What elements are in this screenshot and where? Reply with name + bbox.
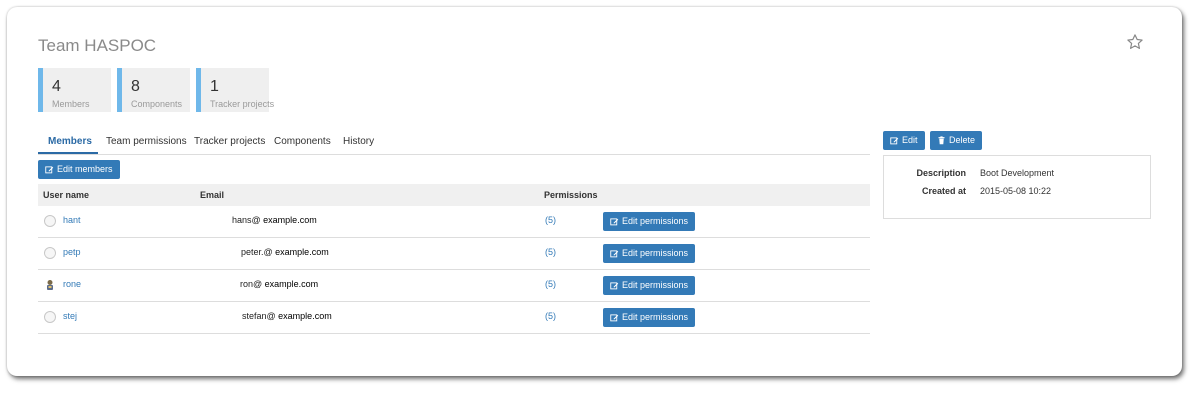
- stat-value: 8: [131, 78, 140, 95]
- edit-icon: [610, 282, 619, 290]
- stat-components[interactable]: 8 Components: [117, 68, 190, 112]
- detail-value-description: Boot Development: [980, 168, 1055, 178]
- edit-permissions-label: Edit permissions: [622, 216, 689, 226]
- column-header-user-name: User name: [43, 190, 90, 200]
- main-window: Team HASPOC 4 Members 8 Components 1 Tra…: [7, 7, 1182, 376]
- detail-label-description: Description: [916, 168, 966, 178]
- team-details-panel: Description Boot Development Created at …: [883, 155, 1151, 219]
- stat-members[interactable]: 4 Members: [38, 68, 111, 112]
- delete-team-label: Delete: [949, 135, 976, 145]
- email-domain: example.com: [262, 279, 319, 289]
- edit-permissions-button[interactable]: Edit permissions: [603, 212, 696, 231]
- default-avatar-icon: [44, 247, 56, 259]
- table-row: petp peter.@ example.com (5) Edit permis…: [38, 238, 870, 270]
- email-cell: peter.@ example.com: [241, 247, 329, 257]
- stat-value: 1: [210, 78, 219, 95]
- tab-tracker-projects[interactable]: Tracker projects: [194, 136, 265, 147]
- detail-value-created-at: 2015-05-08 10:22: [980, 186, 1052, 196]
- tab-bar: Members Team permissions Tracker project…: [38, 132, 870, 155]
- stat-tracker-projects[interactable]: 1 Tracker projects: [196, 68, 274, 112]
- stat-label: Tracker projects: [210, 99, 275, 109]
- edit-members-button[interactable]: Edit members: [38, 160, 120, 179]
- edit-icon: [890, 137, 899, 145]
- star-outline-icon[interactable]: [1126, 33, 1144, 51]
- table-row: rone ron@ example.com (5) Edit permissio…: [38, 270, 870, 302]
- permissions-count-link[interactable]: (5): [545, 247, 556, 257]
- permissions-count-link[interactable]: (5): [545, 311, 556, 321]
- email-domain: example.com: [260, 215, 317, 225]
- edit-permissions-button[interactable]: Edit permissions: [603, 276, 696, 295]
- edit-permissions-button[interactable]: Edit permissions: [603, 308, 696, 327]
- email-domain: example.com: [272, 247, 329, 257]
- edit-permissions-label: Edit permissions: [622, 280, 689, 290]
- user-link[interactable]: hant: [63, 215, 81, 225]
- tab-members[interactable]: Members: [48, 136, 92, 147]
- edit-permissions-button[interactable]: Edit permissions: [603, 244, 696, 263]
- edit-team-button[interactable]: Edit: [883, 131, 925, 150]
- table-row: stej stefan@ example.com (5) Edit permis…: [38, 302, 870, 334]
- email-local: ron: [240, 279, 254, 289]
- edit-permissions-label: Edit permissions: [622, 248, 689, 258]
- email-cell: ron@ example.com: [240, 279, 319, 289]
- column-header-email: Email: [200, 190, 225, 200]
- stat-value: 4: [52, 78, 61, 95]
- tab-components[interactable]: Components: [274, 136, 331, 147]
- edit-icon: [610, 314, 619, 322]
- tab-history[interactable]: History: [343, 136, 374, 147]
- edit-members-label: Edit members: [57, 164, 113, 174]
- custom-avatar-icon: [47, 280, 53, 290]
- email-cell: hans@ example.com: [232, 215, 317, 225]
- delete-team-button[interactable]: Delete: [930, 131, 983, 150]
- edit-icon: [45, 166, 54, 174]
- active-tab-indicator: [38, 152, 98, 154]
- trash-icon: [938, 136, 945, 145]
- permissions-count-link[interactable]: (5): [545, 279, 556, 289]
- stat-label: Members: [52, 99, 90, 109]
- edit-icon: [610, 250, 619, 258]
- column-header-permissions: Permissions: [544, 190, 598, 200]
- email-domain: example.com: [275, 311, 332, 321]
- page-title: Team HASPOC: [38, 36, 157, 55]
- edit-team-label: Edit: [902, 135, 918, 145]
- user-link[interactable]: rone: [63, 279, 81, 289]
- table-header: User name Email Permissions: [38, 184, 870, 206]
- stat-label: Components: [131, 99, 183, 109]
- default-avatar-icon: [44, 311, 56, 323]
- edit-icon: [610, 218, 619, 226]
- email-cell: stefan@ example.com: [242, 311, 332, 321]
- permissions-count-link[interactable]: (5): [545, 215, 556, 225]
- tab-team-permissions[interactable]: Team permissions: [106, 136, 187, 147]
- user-link[interactable]: petp: [63, 247, 81, 257]
- email-local: hans: [232, 215, 252, 225]
- email-local: stefan: [242, 311, 267, 321]
- user-link[interactable]: stej: [63, 311, 77, 321]
- email-local: peter.: [241, 247, 264, 257]
- detail-label-created-at: Created at: [921, 186, 966, 196]
- default-avatar-icon: [44, 215, 56, 227]
- table-row: hant hans@ example.com (5) Edit permissi…: [38, 206, 870, 238]
- edit-permissions-label: Edit permissions: [622, 312, 689, 322]
